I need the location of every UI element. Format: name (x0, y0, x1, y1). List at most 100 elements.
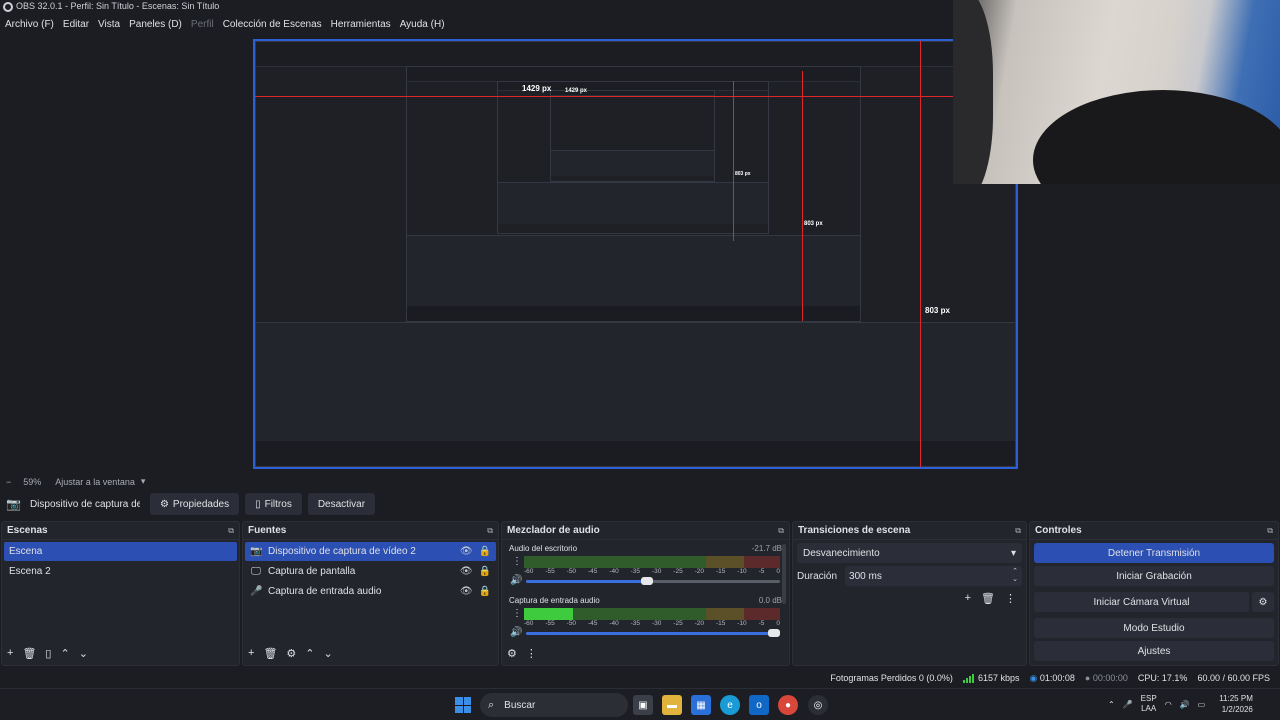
more-icon[interactable]: ⋮ (526, 647, 537, 660)
eye-icon[interactable]: 👁 (460, 546, 473, 557)
task-view-icon[interactable]: ▣ (633, 695, 653, 715)
add-icon[interactable]: + (7, 647, 13, 659)
filter-icon[interactable]: ▯ (45, 647, 51, 660)
spin-arrows-icon[interactable]: ⌃ ⌄ (1012, 568, 1018, 584)
menu-item-1[interactable]: Editar (60, 19, 92, 30)
language-indicator[interactable]: ESP LAA (1141, 694, 1157, 714)
undock-icon[interactable]: ⧉ (1015, 526, 1021, 536)
chevron-down-icon[interactable]: ⌄ (324, 647, 333, 660)
preview-source-frame[interactable]: 1429 px 1429 px 803 px 803 px 803 px (253, 39, 1018, 469)
scenes-dock: Escenas ⧉ Escena Escena 2 + 🗑 ▯ ⌃ ⌄ (1, 521, 240, 666)
signal-bars-icon (962, 673, 974, 683)
menu-item-7[interactable]: Ayuda (H) (397, 19, 448, 30)
transition-select[interactable]: Desvanecimiento ▾ (797, 543, 1022, 563)
microphone-icon[interactable]: 🎤 (1123, 700, 1133, 709)
trash-icon[interactable]: 🗑 (981, 592, 995, 605)
scene-item[interactable]: Escena (4, 542, 237, 561)
more-icon[interactable]: ⋮ (512, 556, 522, 567)
trash-icon[interactable]: 🗑 (263, 647, 277, 660)
mixer-channels: Audio del escritorio -21.7 dB ⋮ -60 -55 -5… (502, 540, 789, 648)
store-icon[interactable]: ▦ (691, 695, 711, 715)
chevron-up-icon[interactable]: ⌃ (305, 647, 314, 660)
chevron-down-icon[interactable]: ⌄ (79, 647, 88, 660)
menu-item-3[interactable]: Paneles (D) (126, 19, 185, 30)
chevron-up-icon[interactable]: ⌃ (1108, 700, 1115, 709)
lock-icon[interactable]: 🔒 (479, 546, 491, 557)
virtual-camera-settings-button[interactable]: ⚙ (1252, 592, 1274, 612)
mirrored-screen-level-1 (255, 41, 1016, 467)
more-icon[interactable]: ⋮ (512, 608, 522, 619)
add-icon[interactable]: + (965, 592, 971, 605)
trash-icon[interactable]: 🗑 (22, 647, 36, 660)
chevron-down-icon[interactable]: ▾ (141, 476, 146, 487)
gear-icon[interactable]: ⚙ (286, 647, 296, 660)
undock-icon[interactable]: ⧉ (1267, 526, 1273, 536)
zoom-fit-select[interactable]: Ajustar a la ventana (55, 477, 135, 487)
webcam-capture-overlay (953, 0, 1280, 184)
taskbar-search[interactable]: ⌕ Buscar (480, 693, 628, 717)
speaker-icon[interactable]: 🔊 (510, 575, 522, 586)
status-bar: Fotogramas Perdidos 0 (0.0%) 6157 kbps ◉… (0, 668, 1280, 688)
battery-icon[interactable]: ▭ (1198, 700, 1206, 709)
meter-tick: 0 (776, 568, 780, 575)
menu-item-0[interactable]: Archivo (F) (2, 19, 57, 30)
wifi-icon[interactable]: ◠ (1165, 700, 1172, 709)
duration-input[interactable]: 300 ms ⌃ ⌄ (845, 566, 1022, 586)
sources-list: 📷 Dispositivo de captura de vídeo 2 👁 🔒 🖵 Cap… (243, 540, 498, 604)
source-item[interactable]: 🎤 Captura de entrada audio 👁 🔒 (245, 582, 496, 601)
stop-stream-button[interactable]: Detener Transmisión (1034, 543, 1274, 563)
menu-item-2[interactable]: Vista (95, 19, 123, 30)
volume-slider[interactable] (526, 629, 780, 637)
menu-item-5[interactable]: Colección de Escenas (220, 19, 325, 30)
properties-button[interactable]: ⚙ Propiedades (149, 493, 240, 515)
mixer-settings-icon[interactable]: ⚙ (507, 647, 517, 660)
deactivate-button[interactable]: Desactivar (307, 493, 376, 515)
outlook-icon[interactable]: o (749, 695, 769, 715)
eye-icon[interactable]: 👁 (460, 566, 473, 577)
mirrored-screen-level-4 (550, 90, 715, 182)
zoom-bar: − 59% Ajustar a la ventana ▾ (0, 474, 1280, 489)
speaker-icon[interactable]: 🔊 (510, 627, 522, 638)
start-recording-button[interactable]: Iniciar Grabación (1034, 566, 1274, 586)
volume-slider-knob[interactable] (768, 629, 780, 637)
start-virtual-camera-button[interactable]: Iniciar Cámara Virtual (1034, 592, 1249, 612)
meter-tick: -20 (694, 568, 705, 575)
scene-item[interactable]: Escena 2 (4, 562, 237, 581)
undock-icon[interactable]: ⧉ (228, 526, 234, 536)
undock-icon[interactable]: ⧉ (778, 526, 784, 536)
lock-icon[interactable]: 🔒 (479, 566, 491, 577)
duration-row: Duración 300 ms ⌃ ⌄ (797, 566, 1022, 586)
file-explorer-icon[interactable]: ▬ (662, 695, 682, 715)
chevron-up-icon[interactable]: ⌃ (60, 647, 69, 660)
mirrored-screen-level-2 (406, 66, 861, 322)
gear-icon: ⚙ (1258, 596, 1268, 608)
audio-mixer-dock: Mezclador de audio ⧉ Audio del escritori… (501, 521, 790, 666)
zoom-level[interactable]: 59% (23, 477, 41, 487)
chrome-icon[interactable]: ● (778, 695, 798, 715)
meter-tick: 0 (776, 620, 780, 627)
menu-item-4[interactable]: Perfil (188, 19, 217, 30)
microphone-icon: 🎤 (250, 586, 263, 597)
clock[interactable]: 11:25 PM 1/2/2026 (1219, 693, 1253, 715)
zoom-out-button[interactable]: − (6, 477, 11, 487)
settings-button[interactable]: Ajustes (1034, 641, 1274, 661)
windows-start-icon[interactable] (455, 697, 471, 713)
undock-icon[interactable]: ⧉ (487, 526, 493, 536)
source-item[interactable]: 🖵 Captura de pantalla 👁 🔒 (245, 562, 496, 581)
obs-taskbar-icon[interactable]: ◎ (808, 695, 828, 715)
meter-tick: -15 (715, 568, 726, 575)
eye-icon[interactable]: 👁 (460, 586, 473, 597)
volume-slider-knob[interactable] (641, 577, 653, 585)
source-item[interactable]: 📷 Dispositivo de captura de vídeo 2 👁 🔒 (245, 542, 496, 561)
filters-button[interactable]: ▯ Filtros (245, 493, 302, 515)
volume-slider[interactable] (526, 577, 780, 585)
volume-icon[interactable]: 🔊 (1180, 700, 1190, 709)
lock-icon[interactable]: 🔒 (479, 586, 491, 597)
mixer-scrollbar[interactable] (782, 544, 786, 604)
add-icon[interactable]: + (248, 647, 254, 659)
meter-ticks: -60 -55 -50 -45 -40 -35 -30 -25 -20 -15 -10 -5 0 (524, 568, 780, 575)
menu-item-6[interactable]: Herramientas (328, 19, 394, 30)
more-icon[interactable]: ⋮ (1005, 592, 1016, 605)
studio-mode-button[interactable]: Modo Estudio (1034, 618, 1274, 638)
edge-browser-icon[interactable]: e (720, 695, 740, 715)
